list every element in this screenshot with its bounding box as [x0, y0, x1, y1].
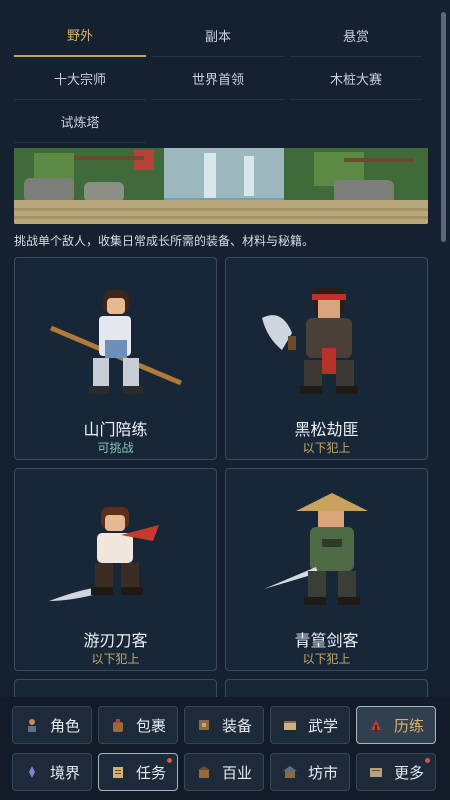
nav-label: 武学 — [307, 716, 338, 735]
martial-arts-icon — [283, 721, 296, 730]
nav-label: 包裹 — [135, 716, 166, 735]
enemy-status: 以下犯上 — [302, 441, 351, 455]
enemy-card[interactable]: 黑松劫匪 以下犯上 — [225, 257, 428, 460]
tab-dummy-contest[interactable]: 木桩大赛 — [290, 57, 422, 100]
area-description: 挑战单个敌人，收集日常成长所需的装备、材料与秘籍。 — [14, 234, 315, 248]
nav-label: 装备 — [221, 716, 252, 735]
notification-badge — [425, 758, 430, 763]
tab-wild[interactable]: 野外 — [14, 14, 146, 57]
enemy-name: 青篁剑客 — [294, 631, 359, 650]
notification-badge — [167, 758, 172, 763]
nav-more-button[interactable]: 更多 — [356, 753, 436, 791]
profession-icon — [197, 766, 210, 778]
realm-icon — [28, 766, 35, 778]
enemy-status: 可挑战 — [97, 441, 134, 455]
nav-quest-button[interactable]: 任务 — [98, 753, 178, 791]
tab-world-boss[interactable]: 世界首领 — [152, 57, 284, 100]
nav-label: 坊市 — [307, 763, 338, 782]
scrollbar[interactable] — [441, 12, 446, 242]
training-icon — [370, 720, 381, 731]
area-banner-image — [14, 148, 428, 224]
nav-market-button[interactable]: 坊市 — [270, 753, 350, 791]
nav-label: 百业 — [221, 763, 252, 782]
tab-bar: 野外 副本 悬赏 十大宗师 世界首领 木桩大赛 试炼塔 — [14, 14, 428, 143]
enemy-status: 以下犯上 — [302, 652, 351, 666]
market-icon — [282, 766, 297, 778]
bag-icon — [112, 719, 123, 732]
enemy-card[interactable]: 山门陪练 可挑战 — [14, 257, 217, 460]
nav-character-button[interactable]: 角色 — [12, 706, 92, 744]
tab-bounty[interactable]: 悬赏 — [290, 14, 422, 57]
nav-label: 更多 — [393, 763, 424, 782]
nav-label: 历练 — [393, 716, 424, 735]
tab-ten-masters[interactable]: 十大宗师 — [14, 57, 146, 100]
nav-label: 境界 — [49, 763, 80, 782]
more-icon — [369, 768, 382, 777]
bottom-nav: 角色 包裹 装备 武学 历练 境界 任务 百业 坊市 更多 — [12, 706, 438, 791]
nav-label: 角色 — [49, 716, 80, 735]
character-icon — [27, 719, 36, 732]
nav-martial-arts-button[interactable]: 武学 — [270, 706, 350, 744]
staff-trainee-sprite — [50, 290, 182, 394]
enemy-name: 黑松劫匪 — [294, 420, 359, 439]
nav-equipment-button[interactable]: 装备 — [184, 706, 264, 744]
equipment-icon — [198, 720, 209, 730]
tab-dungeon[interactable]: 副本 — [152, 14, 284, 57]
quest-icon — [112, 767, 123, 778]
bandit-sprite — [262, 288, 358, 394]
enemy-card[interactable]: 游刃刀客 以下犯上 — [14, 468, 217, 671]
enemy-grid: 山门陪练 可挑战 黑松劫匪 以下犯上 游刃刀客 以下犯上 青篁剑客 以下犯上 — [14, 257, 428, 707]
nav-realm-button[interactable]: 境界 — [12, 753, 92, 791]
bamboo-swordsman-sprite — [264, 493, 368, 605]
tab-trial-tower[interactable]: 试炼塔 — [14, 100, 146, 143]
nav-label: 任务 — [135, 763, 166, 782]
enemy-status: 以下犯上 — [91, 652, 140, 666]
enemy-name: 山门陪练 — [83, 420, 148, 439]
blade-wanderer-sprite — [49, 507, 159, 601]
nav-profession-button[interactable]: 百业 — [184, 753, 264, 791]
enemy-name: 游刃刀客 — [83, 631, 148, 650]
nav-bag-button[interactable]: 包裹 — [98, 706, 178, 744]
enemy-card[interactable]: 青篁剑客 以下犯上 — [225, 468, 428, 671]
nav-training-button[interactable]: 历练 — [356, 706, 436, 744]
